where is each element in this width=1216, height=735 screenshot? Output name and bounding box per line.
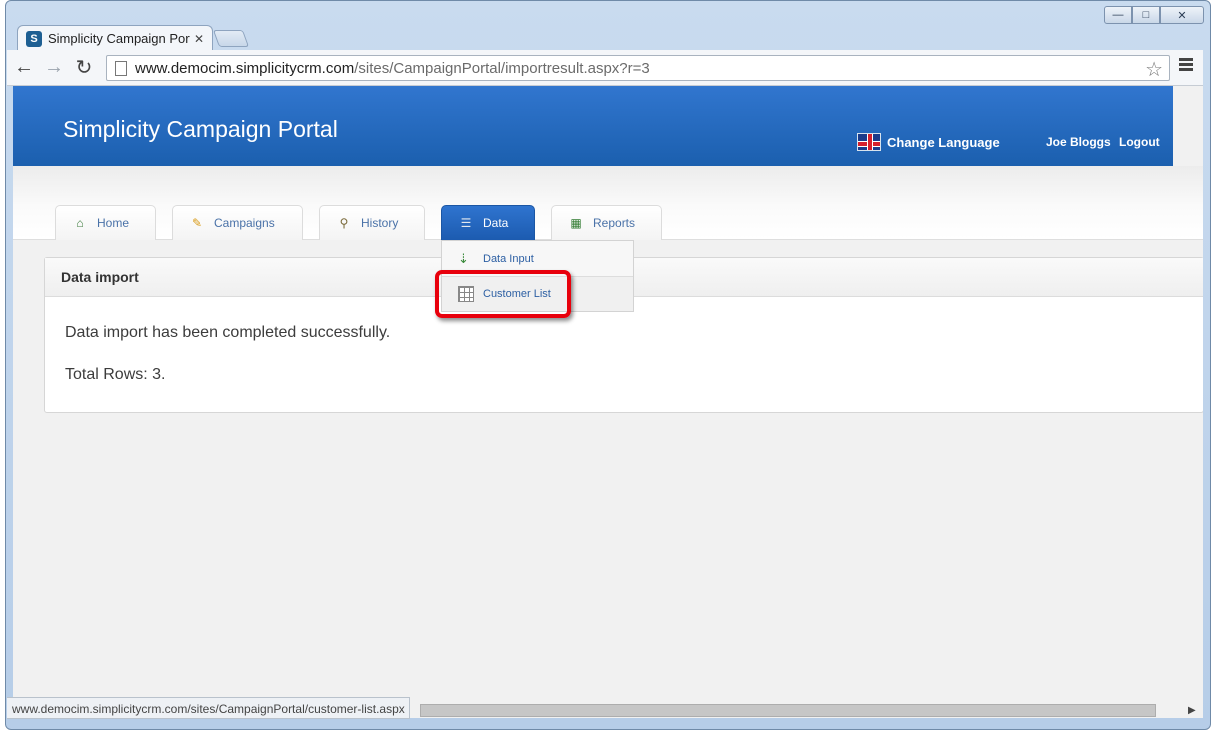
url-host: www.democim.simplicitycrm.com <box>135 59 355 77</box>
success-message: Data import has been completed successfu… <box>65 324 391 341</box>
site-header: Simplicity Campaign Portal Change Langua… <box>13 86 1173 166</box>
page-viewport: Simplicity Campaign Portal Change Langua… <box>13 86 1203 718</box>
menu-icon[interactable] <box>1179 58 1193 73</box>
tab-home[interactable]: ⌂ Home <box>55 205 156 240</box>
maximize-button[interactable]: □ <box>1132 6 1160 24</box>
magnifier-icon: ⚲ <box>339 216 349 230</box>
total-rows: Total Rows: 3. <box>65 366 166 383</box>
tab-title: Simplicity Campaign Port <box>48 31 190 46</box>
browser-toolbar: ← → ↻ www.democim.simplicitycrm.com/site… <box>7 50 1203 86</box>
highlight-box <box>435 270 571 318</box>
forward-arrow-icon[interactable]: → <box>41 55 67 81</box>
window-controls: — □ ✕ <box>1104 6 1204 24</box>
logout-link[interactable]: Logout <box>1119 135 1160 149</box>
panel-body: Data import has been completed successfu… <box>45 297 1203 411</box>
favicon-icon: S <box>26 30 42 47</box>
tab-data[interactable]: ☰ Data <box>441 205 535 240</box>
change-language-link[interactable]: Change Language <box>857 133 1000 151</box>
minimize-button[interactable]: — <box>1104 6 1132 24</box>
chart-icon: ▦ <box>570 216 582 230</box>
browser-tab[interactable]: S Simplicity Campaign Port ✕ <box>17 25 213 51</box>
database-icon: ☰ <box>460 216 472 230</box>
uk-flag-icon <box>857 133 881 151</box>
tab-reports[interactable]: ▦ Reports <box>551 205 662 240</box>
tab-campaigns[interactable]: ✎ Campaigns <box>172 205 303 240</box>
tab-close-icon[interactable]: ✕ <box>194 32 204 46</box>
horizontal-scrollbar[interactable] <box>420 704 1156 717</box>
tab-campaigns-label: Campaigns <box>214 216 275 230</box>
scroll-right-icon[interactable]: ▶ <box>1188 705 1196 716</box>
tab-reports-label: Reports <box>593 216 636 230</box>
tab-home-label: Home <box>97 216 130 230</box>
tab-history[interactable]: ⚲ History <box>319 205 425 240</box>
reload-icon[interactable]: ↻ <box>71 55 97 81</box>
tab-history-label: History <box>361 216 399 230</box>
change-language-label: Change Language <box>887 134 1000 150</box>
new-tab-button[interactable] <box>212 30 250 47</box>
url-path: /sites/CampaignPortal/importresult.aspx?… <box>354 59 650 77</box>
page-icon <box>115 60 127 76</box>
download-icon: ⇣ <box>458 250 469 266</box>
close-window-button[interactable]: ✕ <box>1160 6 1204 24</box>
bookmark-star-icon[interactable]: ☆ <box>1145 57 1163 82</box>
back-arrow-icon[interactable]: ← <box>11 55 37 81</box>
menu-item-data-input-label: Data Input <box>483 252 534 265</box>
address-bar[interactable]: www.democim.simplicitycrm.com/sites/Camp… <box>106 55 1170 81</box>
user-name-link[interactable]: Joe Bloggs <box>1046 135 1111 149</box>
site-title: Simplicity Campaign Portal <box>63 116 338 142</box>
status-url: www.democim.simplicitycrm.com/sites/Camp… <box>7 697 410 719</box>
home-icon: ⌂ <box>76 216 84 230</box>
tab-data-label: Data <box>483 216 509 230</box>
pencil-icon: ✎ <box>191 216 203 230</box>
